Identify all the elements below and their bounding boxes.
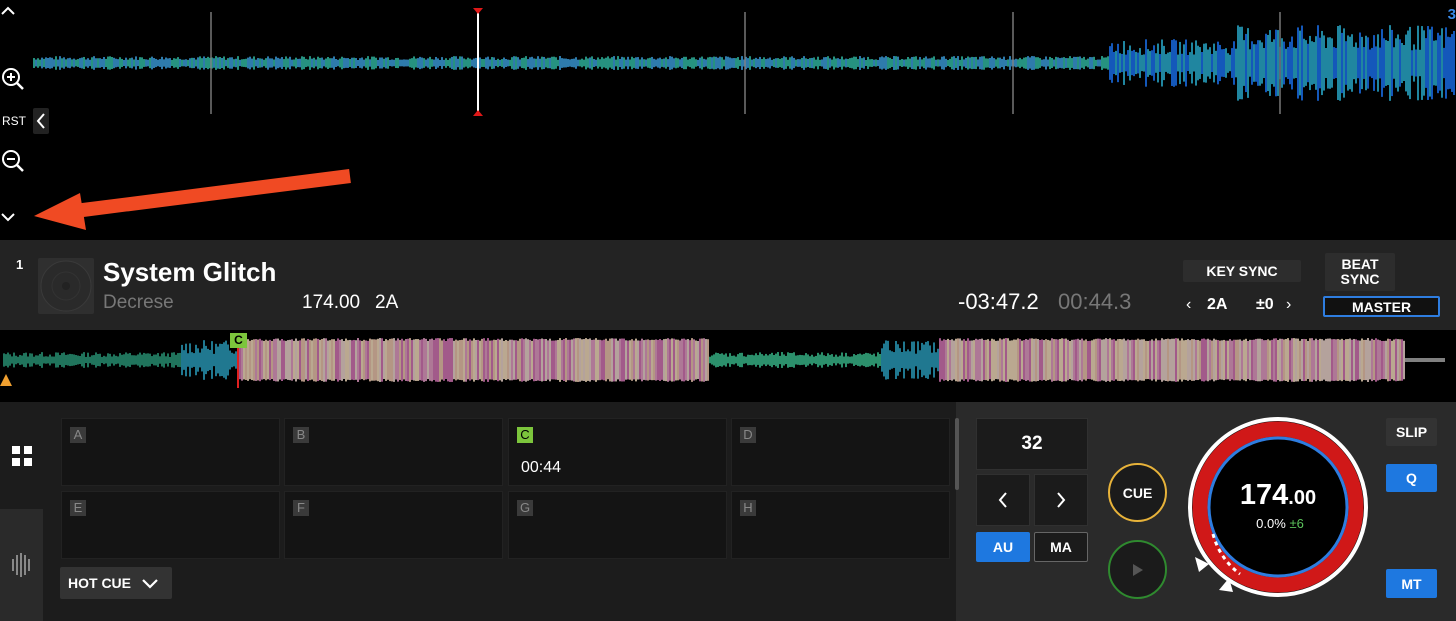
- hot-cue-pad-c[interactable]: C 00:44: [508, 418, 727, 486]
- track-artist: Decrese: [103, 292, 174, 313]
- slip-button[interactable]: SLIP: [1386, 418, 1437, 446]
- master-button[interactable]: MASTER: [1323, 296, 1440, 317]
- vinyl-record-icon: [40, 260, 92, 312]
- waveform-mode-button[interactable]: [0, 509, 43, 621]
- loop-halve-button[interactable]: [976, 474, 1030, 526]
- playhead-marker: [473, 8, 483, 14]
- beat-sync-line2: SYNC: [1340, 271, 1380, 287]
- hot-cue-pad-f[interactable]: F: [284, 491, 503, 559]
- pad-letter: G: [517, 500, 533, 516]
- jog-pitch-range[interactable]: ±6: [1289, 516, 1303, 531]
- collapse-up-chevron-icon[interactable]: [0, 6, 32, 30]
- quantize-button[interactable]: Q: [1386, 464, 1437, 492]
- key-down-chevron-icon[interactable]: ‹: [1186, 296, 1191, 314]
- zoomed-waveform-graphic: [33, 8, 1455, 116]
- deck-number-corner: 3: [1447, 6, 1456, 23]
- hot-cue-pad-d[interactable]: D: [731, 418, 950, 486]
- zoom-reset-button[interactable]: RST: [2, 114, 26, 128]
- loop-double-button[interactable]: [1034, 474, 1088, 526]
- expand-down-chevron-icon[interactable]: [0, 212, 32, 234]
- deck-number: 1: [16, 257, 24, 272]
- jog-bpm-readout: 174.00: [1218, 479, 1338, 512]
- chevron-left-icon: [998, 492, 1007, 508]
- deck-info-bar: 1 System Glitch Decrese 174.00 2A -03:47…: [0, 240, 1456, 330]
- zoom-out-icon[interactable]: [0, 148, 32, 176]
- grid-icon: [11, 445, 32, 466]
- master-tempo-button[interactable]: MT: [1386, 569, 1437, 598]
- pad-mode-button[interactable]: [0, 402, 43, 509]
- key-value: 2A: [1207, 296, 1228, 313]
- memory-cue-marker: [0, 374, 12, 386]
- pad-letter: E: [70, 500, 86, 516]
- pad-letter: A: [70, 427, 86, 443]
- chevron-left-icon[interactable]: [33, 108, 49, 134]
- track-bpm: 174.00: [302, 292, 361, 313]
- overview-cue-marker[interactable]: C: [230, 333, 247, 348]
- play-button[interactable]: [1108, 540, 1167, 599]
- hot-cue-pad-h[interactable]: H: [731, 491, 950, 559]
- elapsed-time[interactable]: 00:44.3: [1058, 289, 1131, 315]
- hot-cue-pad-g[interactable]: G: [508, 491, 727, 559]
- pad-letter: D: [740, 427, 756, 443]
- hot-cue-pad-b[interactable]: B: [284, 418, 503, 486]
- remaining-time[interactable]: -03:47.2: [958, 289, 1039, 315]
- waveform-bars-icon: [11, 553, 30, 577]
- overview-waveform[interactable]: C: [0, 330, 1456, 400]
- pad-scrollbar[interactable]: [955, 418, 959, 490]
- hot-cue-pad-e[interactable]: E: [61, 491, 280, 559]
- loop-panel: 32 AU MA: [976, 418, 1089, 563]
- playhead-marker: [473, 110, 483, 116]
- loop-size-button[interactable]: 32: [976, 418, 1088, 470]
- chevron-right-icon: [1057, 492, 1066, 508]
- track-key: 2A: [375, 292, 399, 313]
- chevron-down-icon: [142, 579, 158, 589]
- manual-loop-button[interactable]: MA: [1034, 532, 1088, 562]
- album-artwork: [38, 258, 94, 314]
- jog-bpm-decimal: .00: [1288, 487, 1317, 509]
- pad-letter: B: [293, 427, 309, 443]
- hot-cue-mode-label: HOT CUE: [68, 575, 131, 591]
- zoom-in-icon[interactable]: [0, 66, 32, 94]
- play-icon: [1132, 563, 1143, 576]
- beat-sync-line1: BEAT: [1341, 256, 1379, 272]
- hot-cue-mode-dropdown[interactable]: HOT CUE: [60, 567, 172, 599]
- hot-cue-pad-a[interactable]: A: [61, 418, 280, 486]
- overview-waveform-graphic: [0, 338, 1445, 388]
- pad-letter: H: [740, 500, 756, 516]
- jog-pitch-value: 0.0%: [1256, 516, 1286, 531]
- pad-cue-time: 00:44: [521, 459, 562, 476]
- key-shift-value: ±0: [1256, 296, 1274, 313]
- auto-loop-button[interactable]: AU: [976, 532, 1030, 562]
- beat-sync-button[interactable]: BEAT SYNC: [1325, 253, 1395, 291]
- key-sync-button[interactable]: KEY SYNC: [1183, 260, 1301, 282]
- cue-button[interactable]: CUE: [1108, 463, 1167, 522]
- jog-pitch-readout: 0.0% ±6: [1230, 516, 1330, 531]
- zoomed-waveform[interactable]: RST 3: [0, 0, 1456, 240]
- track-title: System Glitch: [103, 257, 277, 287]
- pad-letter: C: [517, 427, 533, 443]
- key-up-chevron-icon[interactable]: ›: [1286, 296, 1291, 314]
- jog-bpm-integer: 174: [1239, 479, 1289, 511]
- pad-letter: F: [293, 500, 309, 516]
